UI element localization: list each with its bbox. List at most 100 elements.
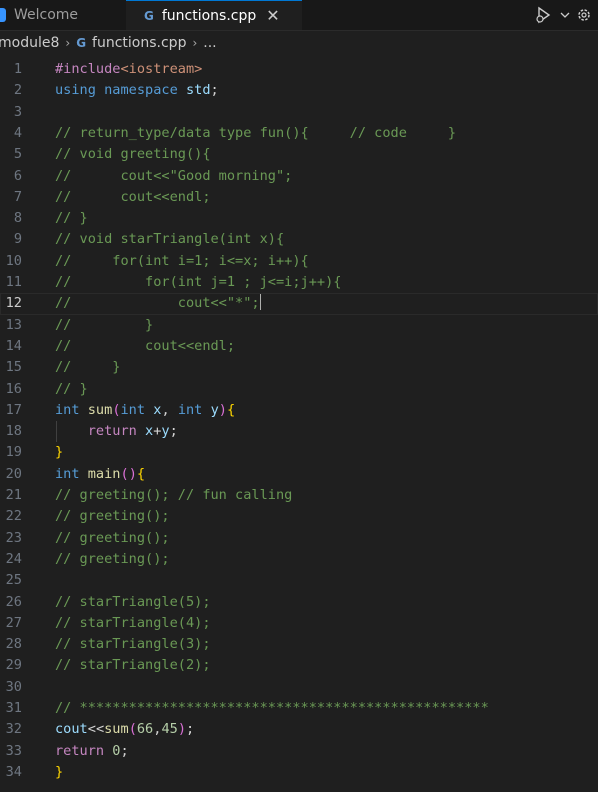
cpp-file-icon: G <box>76 36 87 50</box>
code-text: // starTriangle(2); <box>55 657 211 674</box>
line-number: 7 <box>13 188 22 205</box>
line-number: 20 <box>5 465 22 482</box>
line-number: 21 <box>5 487 22 503</box>
line-number: 16 <box>5 380 22 397</box>
code-text: } <box>55 444 64 461</box>
line-number: 8 <box>13 210 22 227</box>
code-text: // } <box>55 316 154 333</box>
code-text: // greeting(); <box>55 508 170 525</box>
editor-actions <box>534 0 592 30</box>
code-text: // for(int i=1; i<=x; i++){ <box>55 252 309 269</box>
code-line[interactable]: 8 // } <box>0 208 598 229</box>
tab-functions-cpp[interactable]: G functions.cpp ✕ <box>126 0 302 30</box>
code-line[interactable]: 30 <box>0 677 598 698</box>
line-number: 28 <box>5 636 22 653</box>
code-text: // void starTriangle(int x){ <box>55 231 285 248</box>
line-number: 32 <box>5 721 22 738</box>
code-line[interactable]: 12 // cout<<"*"; <box>0 293 598 315</box>
run-debug-icon[interactable] <box>534 6 554 24</box>
line-number: 27 <box>5 614 22 631</box>
code-line[interactable]: 34} <box>0 762 598 783</box>
tab-welcome[interactable]: Welcome <box>0 0 116 30</box>
breadcrumb-folder[interactable]: module8 <box>0 35 59 51</box>
code-line[interactable]: 10 // for(int i=1; i<=x; i++){ <box>0 251 598 272</box>
line-number: 9 <box>13 231 22 248</box>
cpp-file-icon: G <box>144 8 154 23</box>
close-icon[interactable]: ✕ <box>266 6 279 25</box>
line-number: 19 <box>5 444 22 461</box>
code-text: // } <box>55 380 88 397</box>
code-text: return 0; <box>55 742 129 759</box>
code-text: // starTriangle(4); <box>55 614 211 631</box>
code-line[interactable]: 25 <box>0 570 598 591</box>
line-number: 25 <box>5 572 22 589</box>
code-line[interactable]: 15 // } <box>0 357 598 378</box>
code-text: return x+y; <box>87 423 178 440</box>
code-line[interactable]: 14 // cout<<endl; <box>0 336 598 357</box>
code-text: // cout<<"Good morning"; <box>55 167 293 184</box>
code-text: // for(int j=1 ; j<=i;j++){ <box>55 274 342 290</box>
code-line[interactable]: 1 #include<iostream> <box>0 59 598 80</box>
code-text: // starTriangle(5); <box>55 593 211 610</box>
chevron-down-icon[interactable] <box>560 10 570 20</box>
code-text: // *************************************… <box>55 700 489 716</box>
code-text: // } <box>55 210 88 227</box>
code-line[interactable]: 9 // void starTriangle(int x){ <box>0 229 598 250</box>
code-text: using namespace std; <box>55 82 219 99</box>
chevron-right-icon: › <box>192 36 198 50</box>
breadcrumb: module8 › G functions.cpp › ... <box>0 31 598 55</box>
code-line[interactable]: 2 using namespace std; <box>0 80 598 101</box>
code-line[interactable]: 3 <box>0 102 598 123</box>
code-text: // greeting(); <box>55 529 170 546</box>
code-line[interactable]: 27 // starTriangle(4); <box>0 613 598 634</box>
line-number: 11 <box>5 274 22 290</box>
code-line[interactable]: 29 // starTriangle(2); <box>0 655 598 676</box>
code-line[interactable]: 13 // } <box>0 315 598 336</box>
code-line[interactable]: 11 // for(int j=1 ; j<=i;j++){ <box>0 272 598 293</box>
code-line[interactable]: 19} <box>0 442 598 463</box>
code-line[interactable]: 7 // cout<<endl; <box>0 187 598 208</box>
line-number: 14 <box>5 337 22 354</box>
line-number: 1 <box>13 61 22 77</box>
code-line[interactable]: 26 // starTriangle(5); <box>0 592 598 613</box>
line-number: 33 <box>5 742 22 759</box>
code-line[interactable]: 33 return 0; <box>0 741 598 762</box>
line-number: 6 <box>13 167 22 184</box>
code-text: // cout<<endl; <box>55 337 236 354</box>
code-line[interactable]: 18 return x+y; <box>0 421 598 442</box>
line-number: 17 <box>5 401 22 418</box>
code-line[interactable]: 32 cout<<sum(66,45); <box>0 719 598 740</box>
line-number: 10 <box>5 252 22 269</box>
code-text: // void greeting(){ <box>55 146 211 163</box>
line-number: 5 <box>13 146 22 163</box>
code-line[interactable]: 17 int sum(int x, int y){ <box>0 400 598 421</box>
line-number: 26 <box>5 593 22 610</box>
code-text: // cout<<endl; <box>55 188 211 205</box>
line-number: 3 <box>13 103 22 120</box>
settings-icon[interactable] <box>576 7 592 23</box>
code-line[interactable]: 5 // void greeting(){ <box>0 144 598 165</box>
line-number: 4 <box>13 124 22 141</box>
line-number: 24 <box>5 550 22 567</box>
line-number: 12 <box>5 295 22 312</box>
code-editor[interactable]: 1 #include<iostream> 2 using namespace std;… <box>0 57 598 792</box>
code-line[interactable]: 16 // } <box>0 379 598 400</box>
line-number: 15 <box>5 359 22 376</box>
code-line[interactable]: 4 // return_type/data type fun(){ // code… <box>0 123 598 144</box>
code-text: int main(){ <box>55 465 146 482</box>
code-text: // starTriangle(3); <box>55 636 211 653</box>
line-number: 31 <box>5 700 22 716</box>
code-line[interactable]: 22 // greeting(); <box>0 506 598 527</box>
code-line[interactable]: 24 // greeting(); <box>0 549 598 570</box>
code-line[interactable]: 23 // greeting(); <box>0 528 598 549</box>
code-line[interactable]: 6 // cout<<"Good morning"; <box>0 166 598 187</box>
code-line[interactable]: 20 int main(){ <box>0 464 598 485</box>
code-line[interactable]: 31 // ***********************************… <box>0 698 598 719</box>
code-line[interactable]: 28 // starTriangle(3); <box>0 634 598 655</box>
indent-guide <box>56 421 57 443</box>
breadcrumb-file[interactable]: functions.cpp <box>92 35 186 51</box>
breadcrumb-more[interactable]: ... <box>203 35 216 51</box>
code-text: int sum(int x, int y){ <box>55 401 236 418</box>
code-text: cout<<sum(66,45); <box>55 721 195 738</box>
code-line[interactable]: 21 // greeting(); // fun calling <box>0 485 598 506</box>
